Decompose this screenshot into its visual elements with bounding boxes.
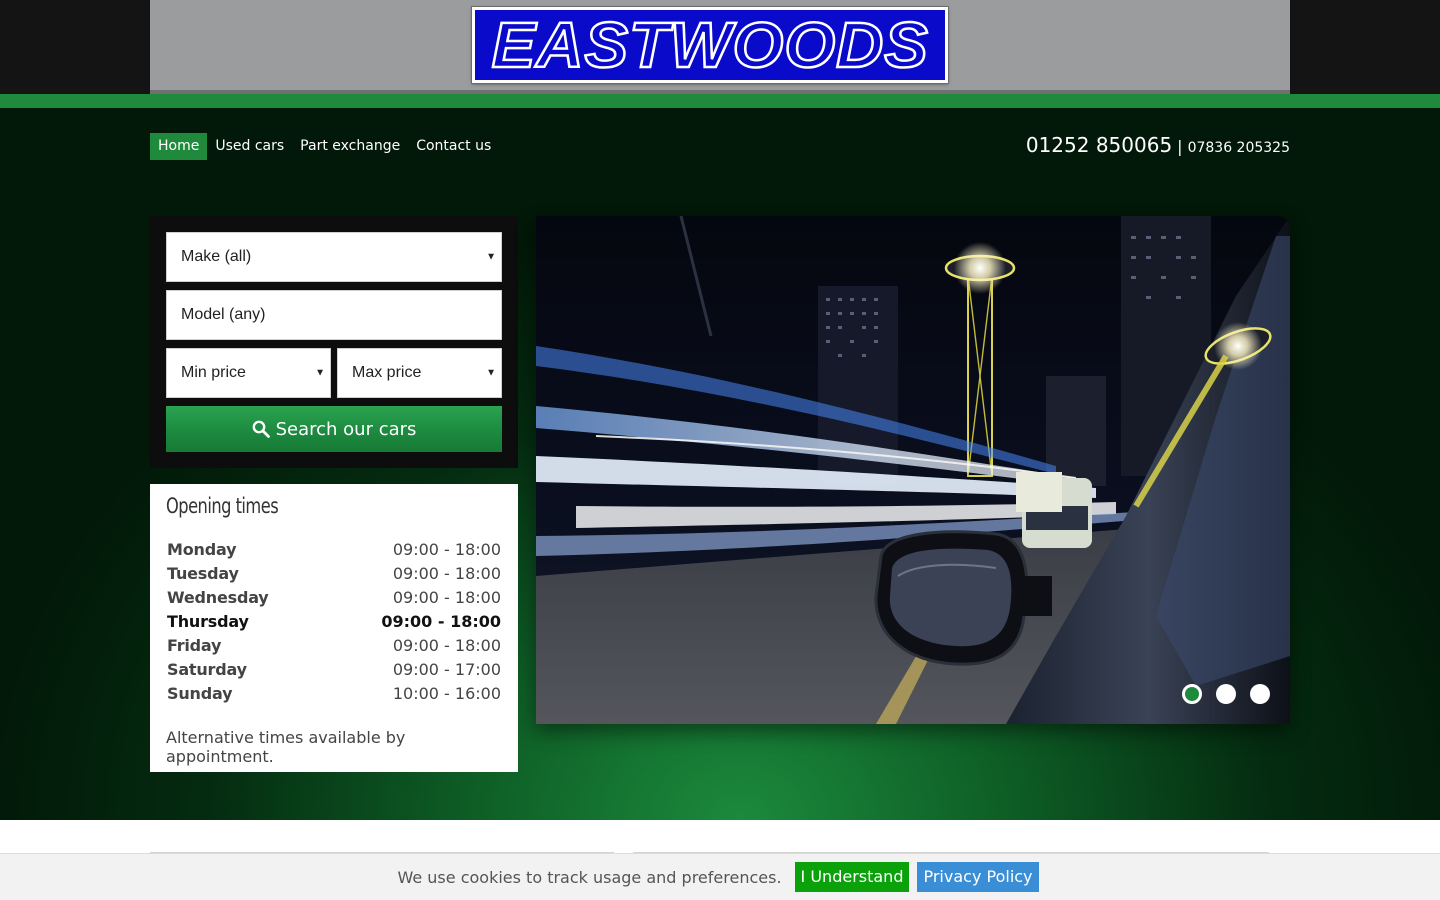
nav-item-contact-us[interactable]: Contact us [408, 133, 499, 160]
top-header: EASTWOODS [0, 0, 1440, 94]
model-input-placeholder: Model (any) [181, 306, 266, 323]
cookie-accept-button[interactable]: I Understand [794, 862, 910, 892]
hours-value: 09:00 - 18:00 [392, 540, 501, 559]
nav-item-used-cars[interactable]: Used cars [207, 133, 292, 160]
day-label: Saturday [167, 660, 247, 679]
hours-value: 09:00 - 18:00 [381, 612, 501, 631]
slide-image-night-traffic [536, 216, 1290, 724]
site-logo[interactable]: EASTWOODS [472, 7, 948, 83]
make-select-value: Make (all) [181, 248, 252, 265]
car-search-panel: Make (all) ▼ Model (any) Min price ▼ Max… [150, 216, 518, 468]
day-label: Tuesday [167, 564, 239, 583]
hours-value: 09:00 - 18:00 [392, 564, 501, 583]
opening-times-row: Friday 09:00 - 18:00 [167, 634, 501, 658]
search-cars-button[interactable]: Search our cars [166, 406, 502, 452]
day-label: Monday [167, 540, 237, 559]
hours-value: 10:00 - 16:00 [392, 684, 501, 703]
phone-alt[interactable]: 07836 205325 [1188, 140, 1290, 156]
opening-times-table: Monday 09:00 - 18:00 Tuesday 09:00 - 18:… [167, 538, 501, 706]
logo-text: EASTWOODS [490, 9, 929, 81]
search-icon [252, 420, 270, 438]
hours-value: 09:00 - 18:00 [392, 588, 501, 607]
max-price-select[interactable]: Max price ▼ [337, 348, 502, 398]
hero-image-slider[interactable] [536, 216, 1290, 724]
slider-dots [1182, 684, 1270, 704]
day-label: Thursday [167, 612, 249, 631]
day-label: Sunday [167, 684, 233, 703]
opening-times-row: Monday 09:00 - 18:00 [167, 538, 501, 562]
opening-times-row: Saturday 09:00 - 17:00 [167, 658, 501, 682]
cookie-banner: We use cookies to track usage and prefer… [0, 853, 1440, 900]
slider-dot-1[interactable] [1182, 684, 1202, 704]
opening-times-title: Opening times [166, 494, 279, 518]
hours-value: 09:00 - 17:00 [392, 660, 501, 679]
slider-dot-2[interactable] [1216, 684, 1236, 704]
header-green-stripe [0, 94, 1440, 108]
opening-times-row: Tuesday 09:00 - 18:00 [167, 562, 501, 586]
header-banner: EASTWOODS [150, 0, 1290, 94]
nav-item-part-exchange[interactable]: Part exchange [292, 133, 408, 160]
phone-separator: | [1177, 137, 1183, 156]
hero-section: Home Used cars Part exchange Contact us … [0, 108, 1440, 820]
model-input[interactable]: Model (any) [166, 290, 502, 340]
dropdown-caret-icon: ▼ [486, 251, 496, 263]
max-price-value: Max price [352, 364, 422, 381]
main-nav: Home Used cars Part exchange Contact us [150, 133, 499, 160]
opening-times-panel: Opening times Monday 09:00 - 18:00 Tuesd… [150, 484, 518, 772]
opening-times-row: Wednesday 09:00 - 18:00 [167, 586, 501, 610]
search-button-label: Search our cars [275, 418, 417, 440]
privacy-policy-button[interactable]: Privacy Policy [917, 862, 1039, 892]
opening-times-note: Alternative times available by appointme… [166, 728, 406, 766]
day-label: Friday [167, 636, 222, 655]
phone-numbers: 01252 850065 | 07836 205325 [1026, 133, 1290, 160]
cookie-message: We use cookies to track usage and prefer… [397, 867, 782, 887]
slider-dot-3[interactable] [1250, 684, 1270, 704]
nav-item-home[interactable]: Home [150, 133, 208, 160]
dropdown-caret-icon: ▼ [315, 367, 325, 379]
min-price-select[interactable]: Min price ▼ [166, 348, 331, 398]
hours-value: 09:00 - 18:00 [392, 636, 501, 655]
make-select[interactable]: Make (all) ▼ [166, 232, 502, 282]
opening-times-row: Sunday 10:00 - 16:00 [167, 682, 501, 706]
day-label: Wednesday [167, 588, 269, 607]
dropdown-caret-icon: ▼ [486, 367, 496, 379]
phone-main[interactable]: 01252 850065 [1026, 133, 1172, 157]
min-price-value: Min price [181, 364, 246, 381]
opening-times-row-today: Thursday 09:00 - 18:00 [167, 610, 501, 634]
